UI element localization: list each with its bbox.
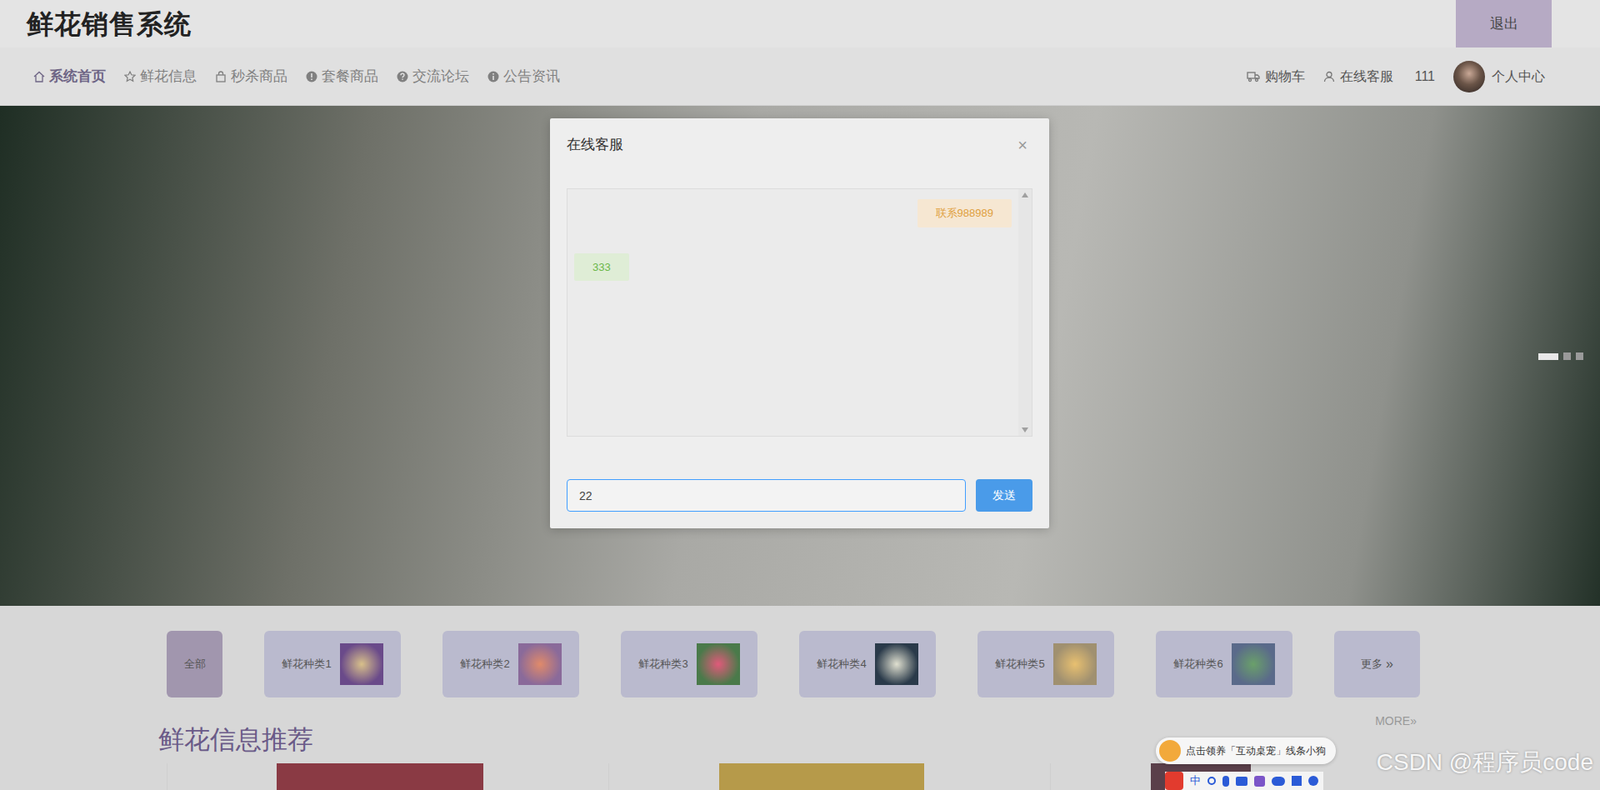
game-icon[interactable] — [1271, 776, 1285, 786]
nav-item[interactable]: 交流论坛 — [396, 65, 470, 88]
flower-thumbnail — [696, 643, 740, 685]
nav-label: 套餐商品 — [321, 65, 379, 88]
category-label: 鲜花种类4 — [816, 655, 866, 673]
nav-item[interactable]: 公告资讯 — [487, 65, 560, 88]
user-icon — [1323, 70, 1335, 83]
message-list: 联系988989 333 — [567, 189, 1019, 436]
scrollbar[interactable] — [1018, 189, 1032, 436]
bag-icon — [215, 70, 227, 83]
carousel-dots — [1538, 352, 1584, 360]
avatar-icon — [1453, 60, 1485, 93]
send-button[interactable]: 发送 — [975, 479, 1033, 512]
service-link[interactable]: 在线客服 — [1323, 66, 1394, 87]
category-card[interactable]: 更多» — [1334, 630, 1420, 698]
product-card[interactable] — [166, 763, 592, 790]
product-image — [276, 763, 484, 790]
profile-link[interactable]: 个人中心 — [1453, 60, 1545, 93]
nav-label: 鲜花信息 — [140, 65, 197, 88]
logout-button[interactable]: 退出 — [1455, 0, 1552, 48]
category-label: 鲜花种类5 — [995, 655, 1045, 673]
cart-label: 购物车 — [1265, 66, 1305, 87]
nav-menu: 系统首页 鲜花信息 秒杀商品 套餐商品 交流论坛 公告资讯 — [33, 65, 560, 88]
message-input[interactable] — [566, 479, 966, 512]
ime-lang[interactable]: 中 — [1190, 772, 1201, 790]
flower-thumbnail — [1231, 643, 1275, 685]
scroll-down-icon[interactable] — [1021, 427, 1029, 433]
watermark: CSDN @程序员code — [1376, 745, 1594, 780]
truck-icon — [1246, 70, 1260, 83]
nav-item[interactable]: 秒杀商品 — [215, 65, 288, 88]
chat-box: 联系988989 333 — [566, 188, 1033, 437]
flower-thumbnail — [340, 643, 384, 685]
product-row — [0, 763, 1600, 790]
settings-icon[interactable] — [1308, 775, 1319, 786]
chat-message: 333 — [574, 253, 630, 282]
category-label: 鲜花种类3 — [638, 655, 688, 673]
category-row: 全部 鲜花种类1 鲜花种类2 鲜花种类3 鲜花种类4 鲜花种类5 鲜花种类6 更多» — [0, 630, 1600, 698]
nav-label: 秒杀商品 — [230, 65, 288, 88]
nav-item[interactable]: 套餐商品 — [305, 65, 379, 88]
nav-label: 交流论坛 — [412, 65, 470, 88]
carousel-dot[interactable] — [1575, 352, 1584, 360]
section-title: 鲜花信息推荐 — [158, 720, 314, 760]
category-card[interactable]: 鲜花种类2 — [442, 630, 580, 698]
question-icon — [396, 70, 409, 83]
more-arrow-icon: » — [1385, 654, 1394, 675]
punct-icon[interactable] — [1207, 776, 1216, 785]
category-card[interactable]: 鲜花种类3 — [620, 630, 758, 698]
flower-thumbnail — [518, 643, 562, 685]
chat-dialog: 在线客服 × 联系988989 333 发送 — [550, 118, 1050, 529]
close-button[interactable]: × — [1017, 136, 1028, 154]
product-image — [719, 763, 925, 790]
nav-label: 系统首页 — [49, 65, 106, 88]
home-icon — [33, 70, 45, 83]
username: 111 — [1415, 66, 1435, 87]
category-label: 更多 — [1360, 655, 1383, 673]
category-label: 鲜花种类6 — [1173, 655, 1223, 673]
category-card[interactable]: 鲜花种类6 — [1155, 630, 1293, 698]
flower-thumbnail — [875, 643, 919, 685]
alert-icon — [305, 70, 318, 83]
section-header: 鲜花信息推荐 MORE» — [0, 712, 1600, 760]
site-title: 鲜花销售系统 — [26, 4, 192, 45]
info-icon — [487, 70, 500, 83]
grid-icon[interactable] — [1291, 775, 1302, 786]
carousel-dot[interactable] — [1538, 353, 1559, 360]
nav-right: 购物车 在线客服 111 个人中心 — [1246, 60, 1545, 93]
dialog-header: 在线客服 × — [566, 135, 1033, 155]
category-label: 全部 — [184, 655, 206, 673]
ime-tip-text: 点击领养「互动桌宠」线条小狗 — [1185, 743, 1326, 759]
input-row: 发送 — [566, 479, 1033, 512]
more-link[interactable]: MORE» — [1375, 712, 1417, 730]
carousel-dot[interactable] — [1563, 352, 1571, 360]
product-card[interactable] — [608, 763, 1034, 790]
ime-tip[interactable]: 点击领养「互动桌宠」线条小狗 — [1155, 737, 1336, 765]
scroll-up-icon[interactable] — [1021, 192, 1029, 198]
mic-icon[interactable] — [1222, 775, 1230, 787]
category-card[interactable]: 全部 — [166, 630, 223, 698]
category-card[interactable]: 鲜花种类4 — [799, 630, 936, 698]
flower-thumbnail — [1053, 643, 1097, 685]
category-label: 鲜花种类2 — [460, 655, 510, 673]
nav-label: 公告资讯 — [503, 65, 560, 88]
ime-toolbar: 中 — [1165, 771, 1324, 790]
category-card[interactable]: 鲜花种类5 — [977, 630, 1115, 698]
main-nav: 系统首页 鲜花信息 秒杀商品 套餐商品 交流论坛 公告资讯 购物车 在线客服 111 个人… — [0, 47, 1600, 106]
skin-icon[interactable] — [1254, 775, 1265, 787]
cart-link[interactable]: 购物车 — [1246, 66, 1305, 87]
nav-item[interactable]: 鲜花信息 — [124, 65, 197, 88]
category-label: 鲜花种类1 — [281, 655, 331, 673]
service-label: 在线客服 — [1340, 66, 1394, 87]
profile-label: 个人中心 — [1491, 66, 1545, 87]
dialog-title: 在线客服 — [566, 134, 624, 156]
category-card[interactable]: 鲜花种类1 — [264, 630, 401, 698]
chat-message: 联系988989 — [917, 199, 1012, 228]
star-icon — [124, 70, 136, 83]
top-header: 鲜花销售系统 退出 — [0, 0, 1600, 48]
sogou-logo-icon — [1165, 771, 1184, 790]
sun-icon — [1159, 740, 1181, 762]
keyboard-icon[interactable] — [1235, 776, 1248, 786]
nav-item[interactable]: 系统首页 — [33, 65, 106, 88]
